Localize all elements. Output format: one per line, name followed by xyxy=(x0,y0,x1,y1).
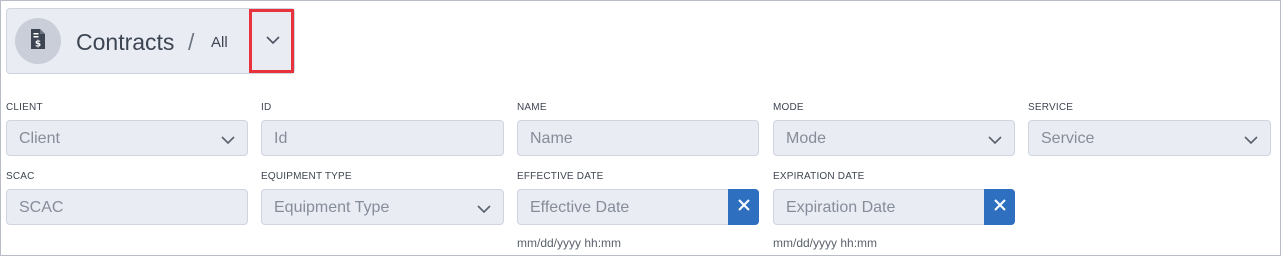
effective-date-label: EFFECTIVE DATE xyxy=(517,171,604,182)
expiration-date-label: EXPIRATION DATE xyxy=(773,171,865,182)
client-placeholder: Client xyxy=(19,130,60,147)
breadcrumb-separator: / xyxy=(188,29,195,55)
chevron-down-icon xyxy=(266,32,280,50)
mode-placeholder: Mode xyxy=(786,130,827,147)
id-placeholder: Id xyxy=(274,130,288,147)
service-select[interactable]: Service xyxy=(1028,120,1271,156)
name-input[interactable]: Name xyxy=(517,120,759,156)
effective-date-input[interactable]: Effective Date xyxy=(517,189,759,225)
view-selector-label: All xyxy=(211,34,228,51)
chevron-down-icon xyxy=(221,132,235,150)
dollar-document-icon: $ xyxy=(29,28,47,55)
id-input[interactable]: Id xyxy=(261,120,504,156)
close-icon xyxy=(993,198,1006,216)
effective-date-placeholder: Effective Date xyxy=(530,199,630,216)
name-label: NAME xyxy=(517,102,547,113)
client-select[interactable]: Client xyxy=(6,120,248,156)
svg-text:$: $ xyxy=(35,39,41,49)
contracts-avatar: $ xyxy=(15,18,61,64)
client-label: CLIENT xyxy=(6,102,43,113)
effective-date-format-hint: mm/dd/yyyy hh:mm xyxy=(517,236,622,250)
service-label: SERVICE xyxy=(1028,102,1074,113)
equipment-type-placeholder: Equipment Type xyxy=(274,199,390,216)
close-icon xyxy=(737,198,750,216)
mode-label: MODE xyxy=(773,102,804,113)
id-label: ID xyxy=(261,102,272,113)
equipment-type-select[interactable]: Equipment Type xyxy=(261,189,504,225)
service-placeholder: Service xyxy=(1041,130,1095,147)
name-placeholder: Name xyxy=(530,130,573,147)
expiration-date-clear-button[interactable] xyxy=(984,189,1015,225)
equipment-type-label: EQUIPMENT TYPE xyxy=(261,171,352,182)
scac-input[interactable]: SCAC xyxy=(6,189,248,225)
chevron-down-icon xyxy=(988,132,1002,150)
expiration-date-input[interactable]: Expiration Date xyxy=(773,189,1015,225)
scac-label: SCAC xyxy=(6,171,35,182)
mode-select[interactable]: Mode xyxy=(773,120,1015,156)
page-title: Contracts xyxy=(76,29,175,55)
effective-date-clear-button[interactable] xyxy=(728,189,759,225)
scac-placeholder: SCAC xyxy=(19,199,64,216)
view-dropdown-toggle[interactable] xyxy=(251,9,295,73)
page-header: $ Contracts / All xyxy=(6,8,295,74)
expiration-date-placeholder: Expiration Date xyxy=(786,199,896,216)
chevron-down-icon xyxy=(1244,132,1258,150)
chevron-down-icon xyxy=(477,201,491,219)
expiration-date-format-hint: mm/dd/yyyy hh:mm xyxy=(773,236,878,250)
